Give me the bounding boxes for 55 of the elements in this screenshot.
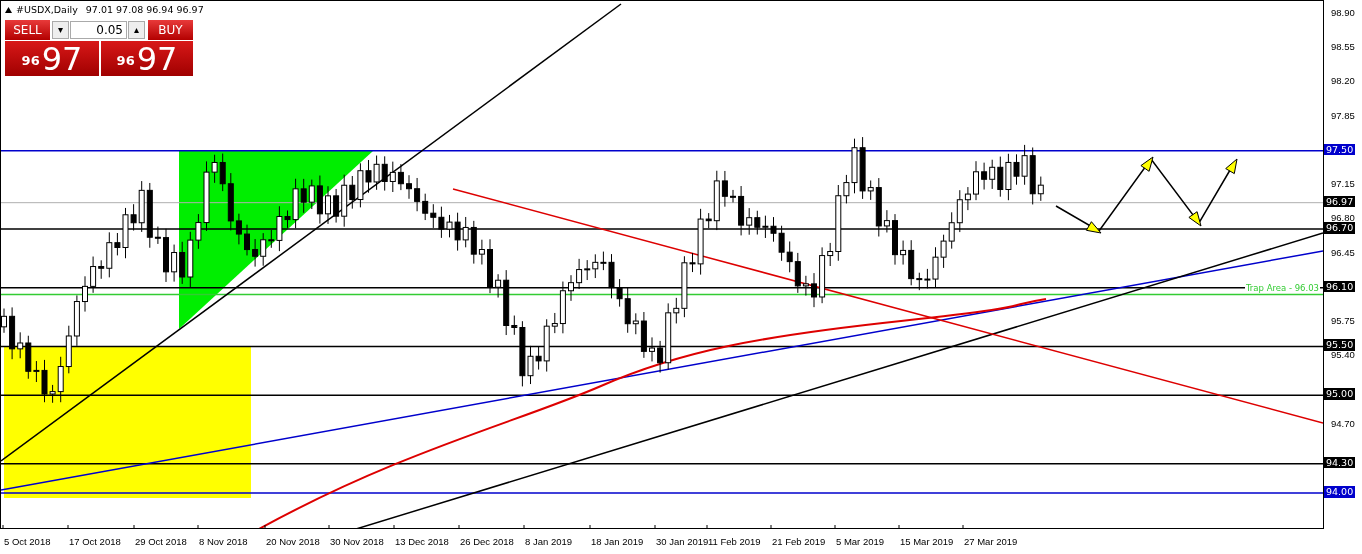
price-axis-label: 95.40 — [1331, 350, 1355, 360]
candle — [244, 224, 250, 256]
candle — [163, 228, 169, 283]
price-axis-label: 94.70 — [1331, 418, 1355, 429]
date-axis-label: 21 Feb 2019 — [772, 537, 826, 547]
candle — [973, 160, 979, 201]
candle — [892, 213, 898, 266]
price-axis-label: 95.75 — [1331, 315, 1355, 326]
date-axis-label: 8 Nov 2018 — [199, 537, 248, 547]
collapse-triangle-icon[interactable] — [5, 6, 12, 13]
candle — [568, 274, 574, 302]
lot-increase-button[interactable]: ▴ — [128, 21, 145, 39]
price-marker-label: 97.50 — [1324, 143, 1356, 156]
price-marker-label: 94.30 — [1324, 456, 1356, 469]
date-axis-label: 5 Oct 2018 — [4, 537, 51, 547]
price-marker-label: 96.10 — [1324, 280, 1356, 293]
candle — [730, 189, 736, 203]
price-axis-label: 98.90 — [1331, 8, 1355, 18]
price-axis-label: 96.45 — [1331, 247, 1355, 257]
candle — [325, 185, 331, 225]
date-axis-label: 30 Nov 2018 — [330, 537, 384, 547]
price-axis-label: 97.15 — [1331, 179, 1355, 189]
date-axis-label: 29 Oct 2018 — [135, 537, 187, 547]
candle — [649, 336, 655, 362]
date-axis-label: 18 Jan 2019 — [591, 537, 644, 547]
date-axis-label: 11 Feb 2019 — [708, 537, 761, 547]
price-marker-label: 95.50 — [1324, 339, 1356, 351]
date-axis-label: 8 Jan 2019 — [525, 537, 572, 547]
date-axis-label: 27 Mar 2019 — [964, 537, 1018, 547]
lot-size-field[interactable]: 0.05 — [70, 21, 127, 39]
price-marker-label: 95.00 — [1324, 388, 1356, 400]
price-axis-label: 98.20 — [1331, 76, 1355, 86]
candle — [406, 174, 412, 200]
price-axis-label: 97.85 — [1331, 110, 1355, 121]
symbol-title: #USDX,Daily — [16, 5, 78, 15]
price-marker-label: 96.97 — [1324, 195, 1356, 208]
candle — [82, 275, 88, 313]
price-marker-label: 96.70 — [1324, 222, 1356, 234]
trap-area-label: Trap Area - 96.03 — [1244, 283, 1320, 293]
price-marker-label: 94.00 — [1324, 486, 1356, 498]
buy-button[interactable]: BUY — [148, 20, 193, 40]
date-axis-label: 20 Nov 2018 — [266, 537, 320, 547]
date-axis-label: 15 Mar 2019 — [900, 537, 954, 547]
sell-button[interactable]: SELL — [5, 20, 50, 40]
price-axis-label: 96.80 — [1331, 213, 1355, 223]
date-axis-label: 17 Oct 2018 — [69, 537, 121, 547]
date-axis-label: 5 Mar 2019 — [836, 537, 885, 547]
date-axis-label: 30 Jan 2019 — [656, 537, 709, 547]
lot-decrease-button[interactable]: ▾ — [52, 21, 69, 39]
date-axis-label: 13 Dec 2018 — [395, 537, 449, 547]
date-axis-label: 26 Dec 2018 — [460, 537, 514, 547]
ohlc-values: 97.01 97.08 96.94 96.97 — [85, 5, 204, 15]
candle — [811, 272, 817, 308]
price-axis-label: 98.55 — [1331, 42, 1355, 52]
candle — [487, 238, 493, 294]
